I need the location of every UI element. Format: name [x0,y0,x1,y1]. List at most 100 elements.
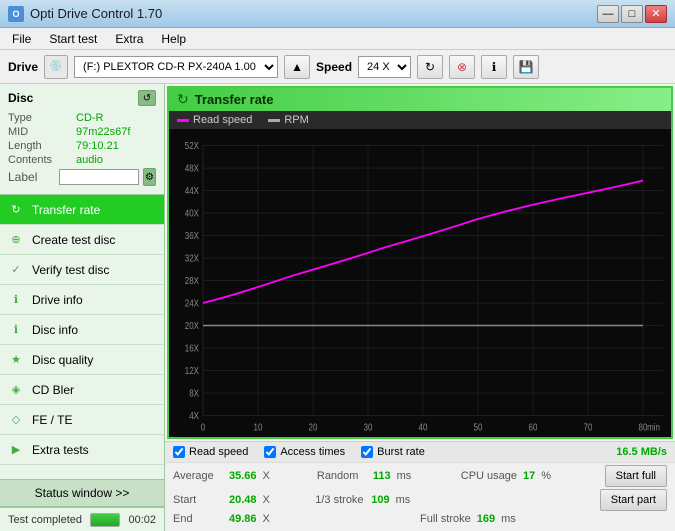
nav-cd-bler-label: CD Bler [32,383,74,397]
cpu-unit: % [541,470,551,482]
full-stroke-value: 169 [477,513,495,525]
read-speed-checkbox-item[interactable]: Read speed [173,446,248,458]
verify-test-disc-icon: ✓ [8,262,24,278]
one-third-unit: ms [396,494,411,506]
access-times-checkbox-label: Access times [280,446,345,458]
svg-text:60: 60 [529,422,538,433]
svg-text:32X: 32X [185,253,199,264]
disc-label-input[interactable] [59,169,139,185]
label-settings-button[interactable]: ⚙ [143,168,156,186]
disc-label-row: Label ⚙ [8,168,156,186]
read-speed-legend-label: Read speed [193,114,252,126]
disc-label-label: Label [8,170,55,184]
end-value: 49.86 [229,513,257,525]
nav-verify-test-disc[interactable]: ✓ Verify test disc [0,255,164,285]
eject-button[interactable]: ▲ [284,55,310,79]
full-stroke-label: Full stroke [420,513,471,525]
nav-disc-quality[interactable]: ★ Disc quality [0,345,164,375]
disc-length-row: Length 79:10.21 [8,140,156,152]
svg-text:80: 80 [639,422,648,433]
transfer-rate-header-icon: ↻ [177,91,189,108]
avg-col: Average 35.66 X [173,470,317,482]
one-third-label: 1/3 stroke [315,494,365,506]
burst-rate-value: 16.5 MB/s [616,446,667,458]
svg-text:40: 40 [419,422,428,433]
read-speed-checkbox[interactable] [173,446,185,458]
svg-text:10: 10 [254,422,263,433]
svg-text:20X: 20X [185,320,199,331]
chart-svg: 52X 48X 44X 40X 36X 32X 28X 24X 20X 16X … [173,133,663,433]
sidebar: Disc ↺ Type CD-R MID 97m22s67f Length 79… [0,84,165,531]
nav-disc-info-label: Disc info [32,323,78,337]
cpu-label: CPU usage [461,470,517,482]
create-test-disc-icon: ⊕ [8,232,24,248]
svg-text:28X: 28X [185,275,199,286]
maximize-button[interactable]: □ [621,5,643,23]
start-col: Start 20.48 X [173,494,315,506]
menu-help[interactable]: Help [153,30,194,48]
average-label: Average [173,470,223,482]
one-third-value: 109 [371,494,389,506]
svg-text:52X: 52X [185,140,199,151]
nav-extra-tests[interactable]: ▶ Extra tests [0,435,164,465]
nav-drive-info[interactable]: ℹ Drive info [0,285,164,315]
start-part-button[interactable]: Start part [600,489,667,511]
erase-button[interactable]: ⊗ [449,55,475,79]
access-times-checkbox-item[interactable]: Access times [264,446,345,458]
svg-text:44X: 44X [185,185,199,196]
app-title: Opti Drive Control 1.70 [30,6,162,21]
status-bar: Test completed 00:02 [0,507,164,531]
transfer-panel: ↻ Transfer rate Read speed RPM [167,86,673,439]
stats-row-3: End 49.86 X Full stroke 169 ms [173,513,667,525]
random-label: Random [317,470,367,482]
drive-icon: 💿 [44,55,68,79]
disc-type-value: CD-R [76,112,104,124]
refresh-button[interactable]: ↻ [417,55,443,79]
menu-extra[interactable]: Extra [107,30,151,48]
minimize-button[interactable]: — [597,5,619,23]
cpu-col: CPU usage 17 % [461,470,605,482]
access-times-checkbox[interactable] [264,446,276,458]
disc-quality-icon: ★ [8,352,24,368]
nav-verify-test-disc-label: Verify test disc [32,263,109,277]
menu-start-test[interactable]: Start test [41,30,105,48]
end-col: End 49.86 X [173,513,420,525]
close-button[interactable]: ✕ [645,5,667,23]
random-value: 113 [373,470,391,482]
cpu-value: 17 [523,470,535,482]
burst-rate-checkbox-item[interactable]: Burst rate [361,446,425,458]
svg-text:70: 70 [584,422,593,433]
burst-rate-checkbox-label: Burst rate [377,446,425,458]
stats-rows: Average 35.66 X Random 113 ms CPU usage … [165,463,675,531]
save-button[interactable]: 💾 [513,55,539,79]
progress-fill [91,514,119,526]
status-window-button[interactable]: Status window >> [0,479,164,507]
disc-panel-title: Disc [8,91,33,105]
read-speed-legend-color [177,119,189,122]
burst-rate-checkbox[interactable] [361,446,373,458]
svg-text:20: 20 [309,422,318,433]
nav-cd-bler[interactable]: ◈ CD Bler [0,375,164,405]
menu-file[interactable]: File [4,30,39,48]
drive-select[interactable]: (F:) PLEXTOR CD-R PX-240A 1.00 [74,56,278,78]
svg-text:4X: 4X [189,410,199,421]
menu-bar: File Start test Extra Help [0,28,675,50]
nav-create-test-disc[interactable]: ⊕ Create test disc [0,225,164,255]
speed-select[interactable]: 24 X [358,56,411,78]
drive-info-icon: ℹ [8,292,24,308]
nav-disc-info[interactable]: ℹ Disc info [0,315,164,345]
stats-row-1: Average 35.66 X Random 113 ms CPU usage … [173,465,667,487]
disc-panel: Disc ↺ Type CD-R MID 97m22s67f Length 79… [0,84,164,195]
transfer-rate-title: Transfer rate [195,92,274,107]
disc-header: Disc ↺ [8,90,156,106]
info-button[interactable]: ℹ [481,55,507,79]
svg-text:40X: 40X [185,208,199,219]
nav-extra-tests-label: Extra tests [32,443,89,457]
svg-text:0: 0 [201,422,205,433]
nav-transfer-rate[interactable]: ↻ Transfer rate [0,195,164,225]
disc-refresh-button[interactable]: ↺ [138,90,156,106]
one-third-col: 1/3 stroke 109 ms [315,494,457,506]
checkboxes-row: Read speed Access times Burst rate 16.5 … [165,442,675,463]
nav-fe-te[interactable]: ◇ FE / TE [0,405,164,435]
start-full-button[interactable]: Start full [605,465,667,487]
